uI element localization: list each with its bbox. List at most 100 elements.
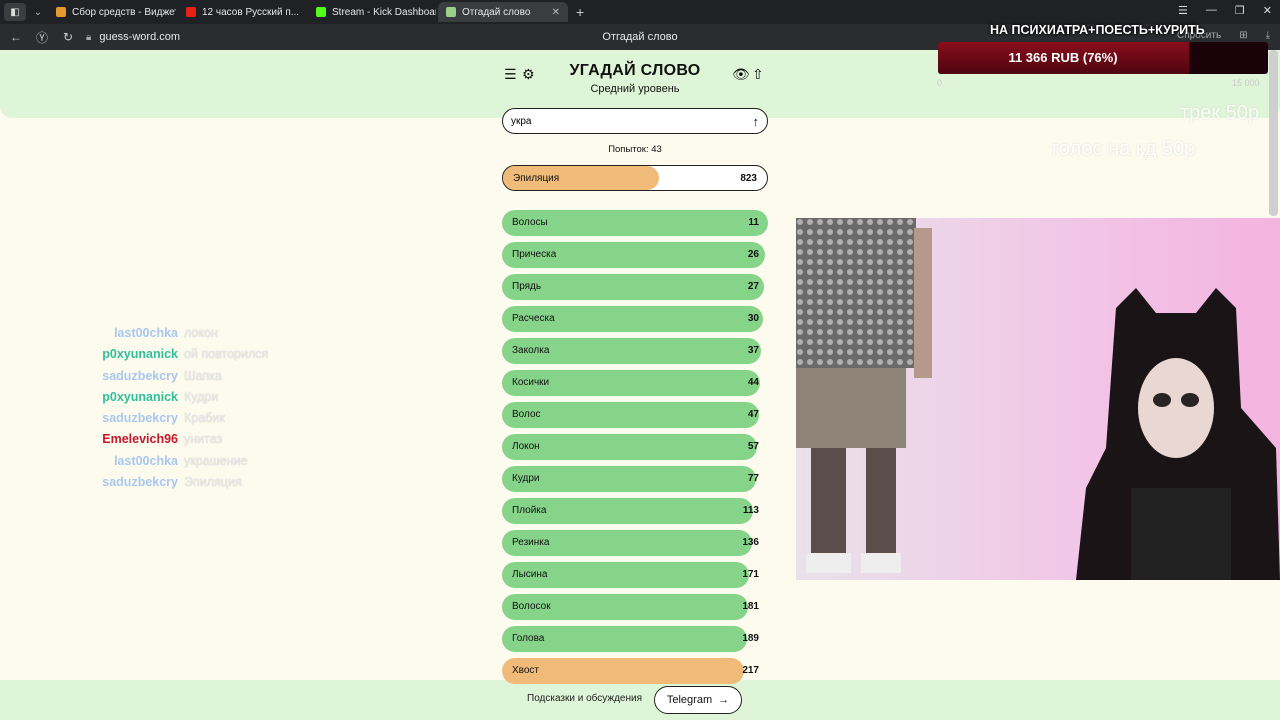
guess-rank: 47: [747, 409, 759, 420]
guess-rank: 44: [747, 377, 759, 388]
eye-icon[interactable]: 👁︎: [732, 66, 750, 83]
guess-row-fill: [502, 434, 758, 460]
chat-message: saduzbekcry Шапка: [88, 369, 318, 390]
guess-row: Голова 189: [502, 626, 768, 652]
donation-goal-title: НА ПСИХИАТРА+ПОЕСТЬ+КУРИТЬ: [990, 23, 1205, 37]
last-guess-word: Эпиляция: [513, 173, 560, 184]
guess-input-box: ↑: [502, 108, 768, 134]
chat-text: Кудри: [184, 389, 219, 404]
guess-rank: 26: [747, 249, 759, 260]
chat-text: унитаз: [184, 432, 223, 447]
back-button[interactable]: ←: [6, 30, 26, 44]
guess-word: Заколка: [512, 345, 550, 356]
overlay-text-voice: голос на кд 50р: [1052, 138, 1196, 160]
tab-title: Отгадай слово: [462, 6, 531, 18]
chat-message: p0xyunanick Кудри: [88, 390, 318, 411]
hamburger-menu-icon[interactable]: ☰: [504, 66, 517, 83]
new-tab-button[interactable]: +: [576, 4, 584, 20]
guess-word: Волосок: [512, 601, 551, 612]
browser-tab[interactable]: Отгадай слово ✕: [438, 2, 568, 22]
url-field[interactable]: guess-word.com: [99, 31, 180, 43]
donation-amount: 11 366 RUB (76%): [1008, 50, 1118, 65]
tab-favicon-icon: [186, 7, 196, 17]
chevron-down-icon[interactable]: ⌄: [30, 7, 46, 18]
guess-word: Голова: [512, 633, 545, 644]
stream-chat-overlay: last00chka локон p0xyunanick ой повторился s…: [88, 326, 318, 496]
chat-message: saduzbekcry Крабик: [88, 411, 318, 432]
tab-close-icon[interactable]: ✕: [299, 7, 306, 18]
donation-max: 15 000: [1232, 78, 1260, 88]
guess-row: Расческа 30: [502, 306, 768, 332]
guess-row: Лысина 171: [502, 562, 768, 588]
chat-text: Крабик: [184, 411, 225, 426]
chat-message: last00chka локон: [88, 326, 318, 347]
tab-favicon-icon: [446, 7, 456, 17]
webcam-video: [796, 218, 1280, 580]
close-window-button[interactable]: ✕: [1263, 4, 1272, 17]
tab-favicon-icon: [56, 7, 66, 17]
chat-username: Emelevich96: [102, 432, 178, 447]
guess-row: Волосы 11: [502, 210, 768, 236]
telegram-button[interactable]: Telegram →: [654, 686, 742, 714]
submit-arrow-icon[interactable]: ↑: [753, 114, 760, 129]
chat-text: Эпиляция: [184, 475, 242, 490]
guess-word: Прядь: [512, 281, 542, 292]
chat-text: Шапка: [184, 368, 222, 383]
telegram-label: Telegram: [666, 694, 713, 706]
guess-rank: 217: [742, 665, 759, 676]
window-controls: ☰ — ❐ ✕: [1178, 4, 1272, 17]
chat-username: saduzbekcry: [102, 368, 178, 383]
menu-icon[interactable]: ☰: [1178, 4, 1188, 17]
attempts-counter: Попыток: 43: [608, 144, 662, 155]
minimize-button[interactable]: —: [1206, 4, 1217, 17]
chat-message: p0xyunanick ой повторился: [88, 347, 318, 368]
page-scrollbar[interactable]: [1269, 50, 1278, 216]
guess-word: Плойка: [512, 505, 547, 516]
guess-rank: 11: [748, 217, 759, 228]
guess-row: Заколка 37: [502, 338, 768, 364]
guess-rank: 77: [747, 473, 759, 484]
download-icon[interactable]: ⤓: [1266, 30, 1270, 41]
guess-row: Волос 47: [502, 402, 768, 428]
restore-button[interactable]: ❐: [1235, 4, 1245, 17]
guess-rank: 136: [742, 537, 759, 548]
chat-username: last00chka: [114, 453, 178, 468]
chat-message: Emelevich96 унитаз: [88, 432, 318, 453]
share-icon[interactable]: ⇧: [752, 66, 764, 83]
donation-progress-bar: 11 366 RUB (76%): [938, 42, 1268, 74]
guess-rank: 37: [747, 345, 759, 356]
hints-discussion-text: Подсказки и обсуждения: [527, 693, 642, 704]
guess-word: Резинка: [512, 537, 550, 548]
lock-icon[interactable]: 🔒︎: [86, 32, 91, 43]
tab-close-icon[interactable]: ✕: [546, 7, 560, 18]
chat-username: p0xyunanick: [102, 389, 178, 404]
guess-input[interactable]: [511, 115, 731, 127]
browser-menu-icon[interactable]: ◧: [4, 3, 26, 21]
guess-rank: 181: [742, 601, 759, 612]
reload-button[interactable]: ↻: [58, 30, 78, 44]
browser-tab[interactable]: 12 часов Русский п...✕: [178, 2, 306, 22]
guess-row: Прядь 27: [502, 274, 768, 300]
yandex-icon[interactable]: Ⓨ: [32, 29, 52, 46]
game-header: ☰ ⚙ УГАДАЙ СЛОВО Средний уровень 👁︎ ⇧: [502, 62, 768, 102]
chat-text: локон: [184, 326, 218, 340]
guess-row: Косички 44: [502, 370, 768, 396]
guess-word: Волос: [512, 409, 541, 420]
last-guess-bar: Эпиляция 823: [502, 165, 768, 191]
settings-gear-icon[interactable]: ⚙: [522, 66, 535, 83]
guess-row: Плойка 113: [502, 498, 768, 524]
guess-rank: 113: [742, 505, 759, 516]
browser-tab[interactable]: Stream - Kick Dashboard✕: [308, 2, 436, 22]
extensions-icon[interactable]: ⊞: [1239, 30, 1247, 41]
guess-word: Косички: [512, 377, 550, 388]
chat-username: last00chka: [114, 326, 178, 340]
browser-tab[interactable]: Сбор средств - Виджеты✕: [48, 2, 176, 22]
guess-rank: 27: [747, 281, 759, 292]
chat-text: украшение: [184, 453, 248, 468]
browser-tabbar: ◧ ⌄ Сбор средств - Виджеты✕12 часов Русс…: [0, 0, 1280, 24]
tab-title: 12 часов Русский п...: [202, 6, 300, 18]
chat-username: saduzbekcry: [102, 475, 178, 490]
guess-row: Прическа 26: [502, 242, 768, 268]
overlay-text-track: трек 50р: [1180, 102, 1260, 124]
guess-rank: 189: [742, 633, 759, 644]
